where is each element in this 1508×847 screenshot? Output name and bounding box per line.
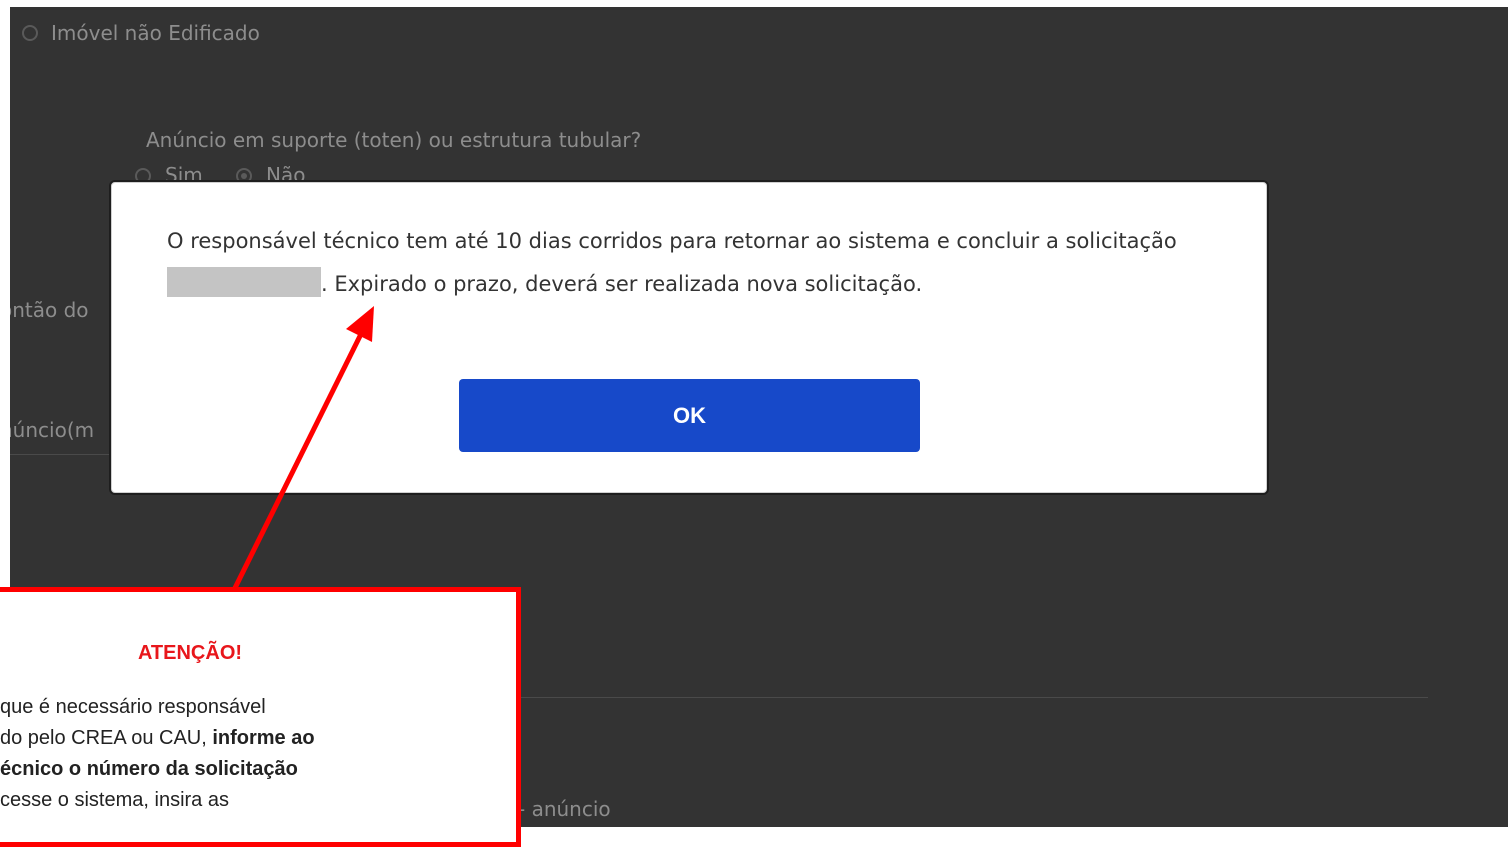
dialog-message-text-2: . Expirado o prazo, deverá ser realizada… <box>321 272 923 296</box>
callout-line-1: que é necessário responsável <box>0 696 266 718</box>
dialog-message-text-1: O responsável técnico tem até 10 dias co… <box>167 229 1177 253</box>
callout-line-2-bold: informe ao <box>212 727 315 749</box>
redacted-request-number <box>167 267 321 297</box>
option-label-imovel-nao-edificado: Imóvel não Edificado <box>51 21 260 45</box>
callout-line-2-text: do pelo CREA ou CAU, <box>0 727 213 749</box>
callout-line-3: écnico o número da solicitação <box>0 754 520 785</box>
bottom-field-label: - anúncio <box>518 797 611 821</box>
callout-line-3-bold: écnico o número da solicitação <box>0 758 298 780</box>
callout-body: que é necessário responsável do pelo CRE… <box>0 692 520 816</box>
alert-dialog: O responsável técnico tem até 10 dias co… <box>109 180 1269 495</box>
dialog-message: O responsável técnico tem até 10 dias co… <box>167 220 1237 306</box>
callout-line-2: do pelo CREA ou CAU, informe ao <box>0 723 520 754</box>
field-label-partial-1: ontão do <box>10 298 89 322</box>
field-label-partial-2: núncio(m <box>10 418 95 442</box>
field-underline <box>10 454 110 455</box>
question-support-label: Anúncio em suporte (toten) ou estrutura … <box>146 128 642 152</box>
radio-imovel-nao-edificado[interactable] <box>22 25 38 41</box>
callout-line-4: cesse o sistema, insira as <box>0 789 229 811</box>
ok-button[interactable]: OK <box>459 379 920 452</box>
callout-title: ATENÇÃO! <box>137 642 243 664</box>
attention-callout: ATENÇÃO! que é necessário responsável do… <box>0 587 521 847</box>
